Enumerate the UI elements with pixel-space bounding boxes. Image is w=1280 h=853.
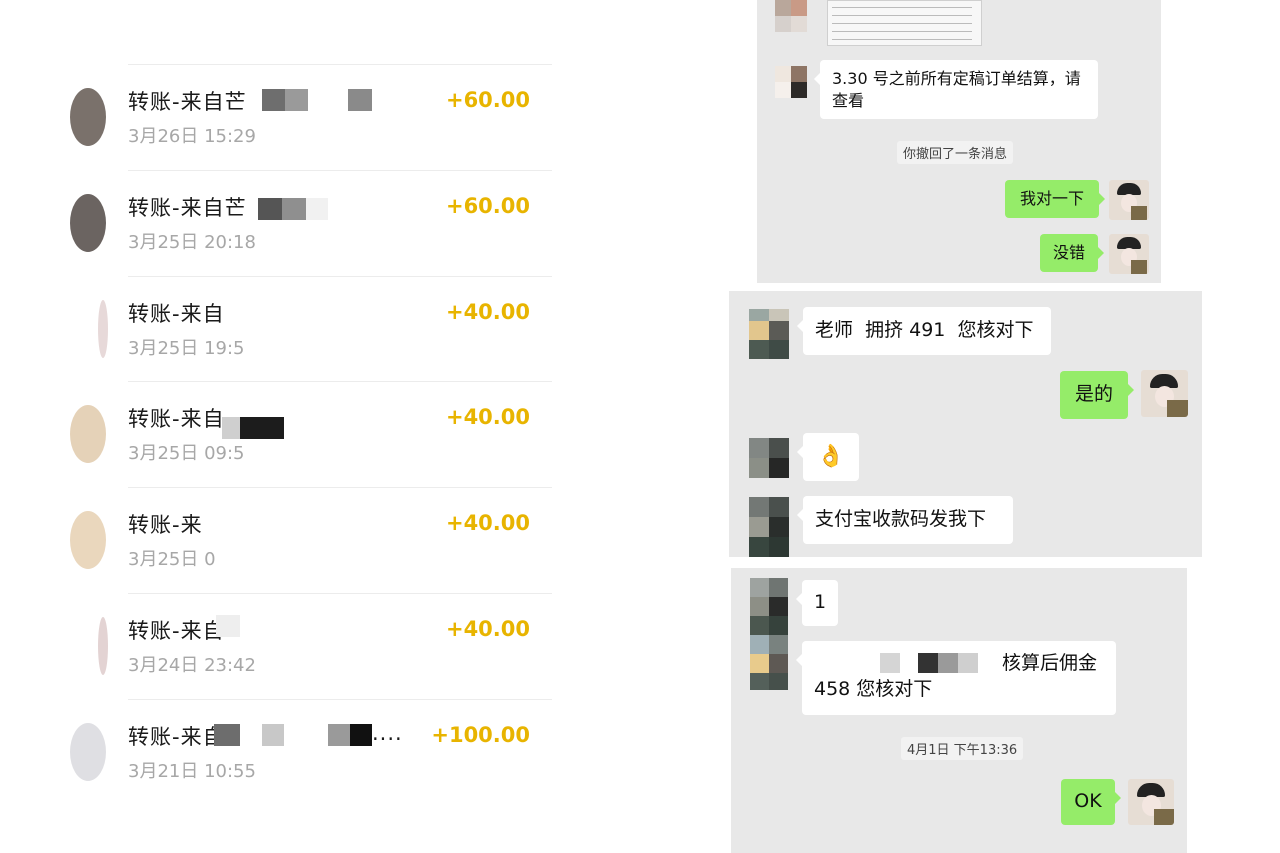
- redacted-block: [880, 653, 900, 673]
- timestamp: 4月1日 下午13:36: [901, 737, 1024, 760]
- transaction-amount: +40.00: [445, 617, 530, 641]
- contact-avatar-pixelated: [749, 309, 789, 359]
- redacted-block: [214, 724, 240, 746]
- transaction-amount: +60.00: [445, 88, 530, 112]
- spreadsheet-thumbnail[interactable]: [827, 0, 982, 46]
- commission-text-2: 458 您核对下: [814, 678, 933, 700]
- transaction-date: 3月24日 23:42: [128, 655, 256, 676]
- contact-avatar-pixelated: [775, 66, 807, 98]
- transaction-title: 转账-来自芒: [128, 196, 247, 220]
- divider: [128, 276, 552, 277]
- redacted-block: [328, 724, 372, 746]
- transaction-amount: +40.00: [445, 300, 530, 324]
- contact-avatar-pixelated: [749, 438, 789, 478]
- redacted-block: [306, 198, 328, 220]
- transaction-row[interactable]: 转账-来 3月25日 0 +40.00: [70, 487, 558, 592]
- transaction-row[interactable]: 转账-来自 .... 3月21日 10:55 +100.00: [70, 699, 558, 804]
- transaction-row[interactable]: 转账-来自芒 3月25日 20:18 +60.00: [70, 170, 558, 275]
- my-avatar: [1109, 234, 1149, 274]
- transaction-date: 3月25日 0: [128, 549, 216, 570]
- redacted-block: [348, 89, 372, 111]
- avatar: [70, 194, 106, 252]
- transaction-amount: +100.00: [431, 723, 530, 747]
- redacted-block: [240, 417, 284, 439]
- divider: [128, 64, 552, 65]
- transaction-date: 3月25日 09:5: [128, 443, 245, 464]
- transaction-date: 3月25日 20:18: [128, 232, 256, 253]
- avatar: [70, 88, 106, 146]
- redacted-block: [938, 653, 978, 673]
- contact-avatar-pixelated: [749, 497, 789, 557]
- message-emoji: 👌: [797, 433, 859, 481]
- transaction-title: 转账-来自: [128, 619, 225, 643]
- contact-avatar-pixelated: [750, 578, 788, 690]
- transaction-row[interactable]: 转账-来自芒 3月26日 15:29 +60.00: [70, 64, 558, 169]
- transaction-list: 转账-来自芒 3月26日 15:29 +60.00 转账-来自芒 3月25日 2…: [70, 0, 558, 853]
- transaction-date: 3月26日 15:29: [128, 126, 256, 147]
- my-avatar: [1141, 370, 1188, 417]
- chat-panel-2: 老师 拥挤 491 您核对下 是的 👌 支付宝收款码发我下: [729, 291, 1202, 557]
- message-ok: OK: [1061, 779, 1121, 825]
- divider: [128, 593, 552, 594]
- message-teacher: 老师 拥挤 491 您核对下: [797, 307, 1051, 355]
- contact-avatar-pixelated: [775, 0, 807, 32]
- transaction-title: 转账-来自: [128, 725, 225, 749]
- my-avatar: [1109, 180, 1149, 220]
- avatar: [70, 405, 106, 463]
- message-yes: 是的: [1060, 371, 1134, 419]
- message-alipay: 支付宝收款码发我下: [797, 496, 1013, 544]
- message-check: 我对一下: [1005, 180, 1105, 218]
- message-one: 1: [796, 580, 838, 626]
- transaction-date: 3月25日 19:5: [128, 338, 245, 359]
- avatar: [98, 300, 108, 358]
- message-settlement: 3.30 号之前所有定稿订单结算，请查看: [814, 60, 1098, 120]
- message-correct: 没错: [1040, 234, 1104, 272]
- transaction-amount: +40.00: [445, 405, 530, 429]
- avatar: [98, 617, 108, 675]
- transaction-date: 3月21日 10:55: [128, 761, 256, 782]
- transaction-title: 转账-来自: [128, 407, 225, 431]
- redacted-block: [918, 653, 938, 673]
- recalled-notice: 你撤回了一条消息: [897, 141, 1014, 164]
- chat-panel-1: 3.30 号之前所有定稿订单结算，请查看 你撤回了一条消息 我对一下 没错: [757, 0, 1161, 283]
- avatar: [70, 723, 106, 781]
- divider: [128, 170, 552, 171]
- divider: [128, 381, 552, 382]
- transaction-title: 转账-来自: [128, 302, 225, 326]
- commission-text-1: 核算后佣金: [1002, 652, 1098, 674]
- transaction-amount: +60.00: [445, 194, 530, 218]
- transaction-row[interactable]: 转账-来自 3月25日 19:5 +40.00: [98, 276, 558, 381]
- redacted-block: [258, 198, 306, 220]
- transaction-title-ellipsis: ....: [372, 721, 403, 745]
- redacted-block: [262, 89, 308, 111]
- chat-panel-3: 1 核算后佣金 458 您核对下 4月1日 下午13:36 OK: [731, 568, 1187, 853]
- transaction-row[interactable]: 转账-来自 3月24日 23:42 +40.00: [98, 593, 558, 698]
- transaction-amount: +40.00: [445, 511, 530, 535]
- redacted-block: [222, 417, 240, 439]
- transaction-title: 转账-来自芒: [128, 90, 247, 114]
- transaction-title: 转账-来: [128, 513, 203, 537]
- redacted-block: [262, 724, 284, 746]
- divider: [128, 487, 552, 488]
- avatar: [70, 511, 106, 569]
- message-commission: 核算后佣金 458 您核对下: [796, 641, 1116, 715]
- redacted-block: [216, 615, 240, 637]
- divider: [128, 699, 552, 700]
- transaction-row[interactable]: 转账-来自 3月25日 09:5 +40.00: [70, 381, 558, 486]
- my-avatar: [1128, 779, 1174, 825]
